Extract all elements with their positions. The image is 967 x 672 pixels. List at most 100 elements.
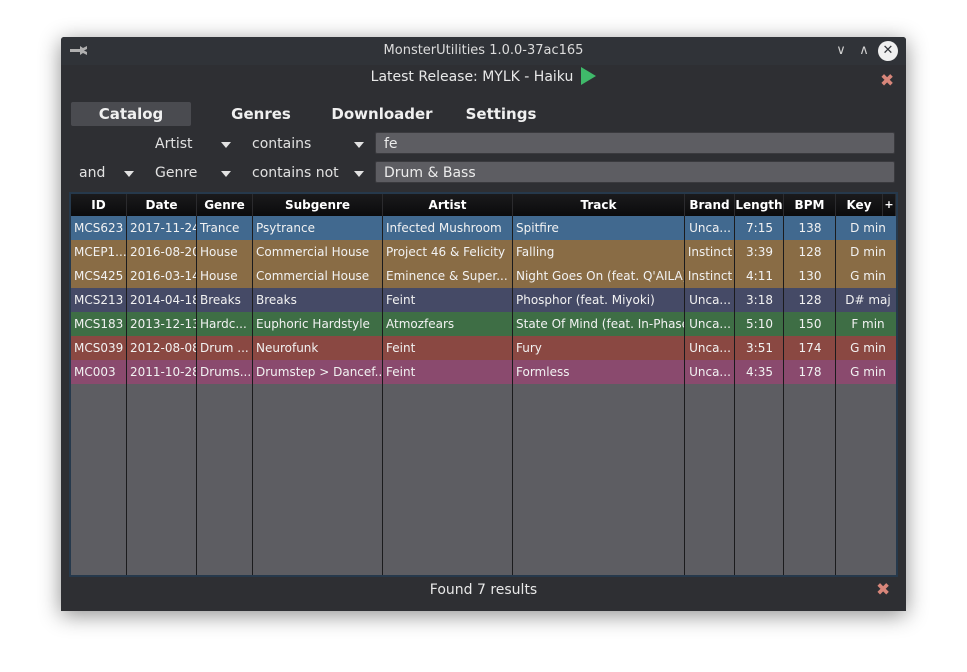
play-icon[interactable] bbox=[581, 66, 597, 85]
cell-length: 4:35 bbox=[746, 365, 773, 379]
column-header-artist[interactable]: Artist bbox=[383, 194, 513, 216]
title-bar: MonsterUtilities 1.0.0-37ac165 ∨ ∧ ✕ bbox=[61, 37, 906, 65]
cell-id: MCEP1... bbox=[74, 245, 127, 259]
column-header-id[interactable]: ID bbox=[71, 194, 127, 216]
cell-length: 7:15 bbox=[746, 221, 773, 235]
catalog-table: ID Date Genre Subgenre Artist Track Bran… bbox=[69, 192, 898, 577]
cell-key: G min bbox=[850, 365, 886, 379]
cell-date: 2016-08-20 bbox=[130, 245, 197, 259]
cell-brand: Unca... bbox=[689, 293, 731, 307]
cell-date: 2013-12-13 bbox=[130, 317, 197, 331]
close-icon: ✖ bbox=[880, 71, 895, 91]
filter-row-2: and Genre contains not Drum & Bass bbox=[61, 161, 906, 185]
cell-genre: Breaks bbox=[200, 293, 241, 307]
cell-bpm: 128 bbox=[798, 293, 822, 307]
cell-bpm: 130 bbox=[798, 269, 822, 283]
maximize-button[interactable]: ∧ bbox=[854, 41, 874, 61]
tab-downloader[interactable]: Downloader bbox=[319, 102, 445, 126]
field-dropdown[interactable]: Artist bbox=[155, 132, 235, 156]
cell-length: 3:18 bbox=[746, 293, 773, 307]
caret-down-icon bbox=[221, 142, 231, 148]
status-text: Found 7 results bbox=[429, 582, 538, 598]
cell-key: D min bbox=[850, 221, 886, 235]
cell-genre: Trance bbox=[200, 221, 240, 235]
cell-genre: Drums... bbox=[200, 365, 252, 379]
add-column-button[interactable]: + bbox=[883, 194, 896, 216]
cell-artist: Feint bbox=[386, 341, 416, 355]
operator-value: contains not bbox=[252, 165, 339, 181]
cell-length: 3:39 bbox=[746, 245, 773, 259]
cell-brand: Unca... bbox=[689, 365, 731, 379]
cell-date: 2011-10-28 bbox=[130, 365, 197, 379]
column-header-date[interactable]: Date bbox=[127, 194, 197, 216]
cell-date: 2017-11-24 bbox=[130, 221, 197, 235]
cell-subgenre: Drumstep > Dancef... bbox=[256, 365, 383, 379]
column-header-brand[interactable]: Brand bbox=[685, 194, 735, 216]
latest-release-text: Latest Release: MYLK - Haiku bbox=[370, 69, 574, 85]
cell-artist: Infected Mushroom bbox=[386, 221, 502, 235]
cell-genre: Drum ... bbox=[200, 341, 249, 355]
caret-down-icon bbox=[221, 171, 231, 177]
caret-down-icon bbox=[354, 171, 364, 177]
cell-subgenre: Psytrance bbox=[256, 221, 315, 235]
cell-key: G min bbox=[850, 269, 886, 283]
field-value: Genre bbox=[155, 165, 198, 181]
chevron-down-icon: ∨ bbox=[836, 43, 846, 58]
column-divider bbox=[252, 216, 253, 575]
cell-track: State Of Mind (feat. In-Phase) bbox=[516, 317, 685, 331]
cell-artist: Feint bbox=[386, 365, 416, 379]
dismiss-release-button[interactable]: ✖ bbox=[880, 71, 894, 91]
column-divider bbox=[783, 216, 784, 575]
operator-dropdown[interactable]: contains bbox=[252, 132, 366, 156]
cell-genre: House bbox=[200, 269, 238, 283]
caret-down-icon bbox=[354, 142, 364, 148]
cell-length: 4:11 bbox=[746, 269, 773, 283]
column-divider bbox=[684, 216, 685, 575]
column-header-bpm[interactable]: BPM bbox=[784, 194, 836, 216]
dismiss-status-button[interactable]: ✖ bbox=[876, 580, 890, 600]
app-window: MonsterUtilities 1.0.0-37ac165 ∨ ∧ ✕ Lat… bbox=[61, 37, 906, 611]
column-header-length[interactable]: Length bbox=[735, 194, 784, 216]
cell-bpm: 138 bbox=[798, 221, 822, 235]
cell-id: MCS183 bbox=[74, 317, 124, 331]
column-divider bbox=[512, 216, 513, 575]
tab-catalog[interactable]: Catalog bbox=[71, 102, 191, 126]
conjunction-dropdown[interactable]: and bbox=[79, 161, 139, 185]
cell-id: MCS213 bbox=[74, 293, 124, 307]
column-divider bbox=[734, 216, 735, 575]
tab-settings[interactable]: Settings bbox=[455, 102, 547, 126]
close-icon: ✖ bbox=[876, 580, 891, 600]
cell-bpm: 128 bbox=[798, 245, 822, 259]
cell-subgenre: Neurofunk bbox=[256, 341, 319, 355]
cell-brand: Unca... bbox=[689, 221, 731, 235]
column-divider bbox=[835, 216, 836, 575]
cell-key: F min bbox=[851, 317, 885, 331]
operator-value: contains bbox=[252, 136, 312, 152]
cell-bpm: 150 bbox=[798, 317, 822, 331]
cell-id: MC003 bbox=[74, 365, 116, 379]
field-value: Artist bbox=[155, 136, 193, 152]
minimize-button[interactable]: ∨ bbox=[831, 41, 851, 61]
column-header-subgenre[interactable]: Subgenre bbox=[253, 194, 383, 216]
cell-length: 5:10 bbox=[746, 317, 773, 331]
column-header-key[interactable]: Key bbox=[836, 194, 883, 216]
column-header-genre[interactable]: Genre bbox=[197, 194, 253, 216]
close-button[interactable]: ✕ bbox=[878, 41, 898, 61]
filter-value-input[interactable]: fe bbox=[375, 132, 895, 154]
latest-release-bar: Latest Release: MYLK - Haiku bbox=[61, 66, 906, 91]
filter-value-input[interactable]: Drum & Bass bbox=[375, 161, 895, 183]
cell-id: MCS623 bbox=[74, 221, 124, 235]
cell-key: D# maj bbox=[845, 293, 891, 307]
column-divider bbox=[382, 216, 383, 575]
field-dropdown[interactable]: Genre bbox=[155, 161, 235, 185]
cell-artist: Eminence & Super... bbox=[386, 269, 508, 283]
tab-genres[interactable]: Genres bbox=[211, 102, 311, 126]
column-header-track[interactable]: Track bbox=[513, 194, 685, 216]
cell-subgenre: Breaks bbox=[256, 293, 297, 307]
cell-subgenre: Commercial House bbox=[256, 269, 370, 283]
operator-dropdown[interactable]: contains not bbox=[252, 161, 366, 185]
cell-brand: Unca... bbox=[689, 341, 731, 355]
cell-brand: Instinct bbox=[687, 269, 733, 283]
chevron-up-icon: ∧ bbox=[859, 43, 869, 58]
cell-id: MCS425 bbox=[74, 269, 124, 283]
